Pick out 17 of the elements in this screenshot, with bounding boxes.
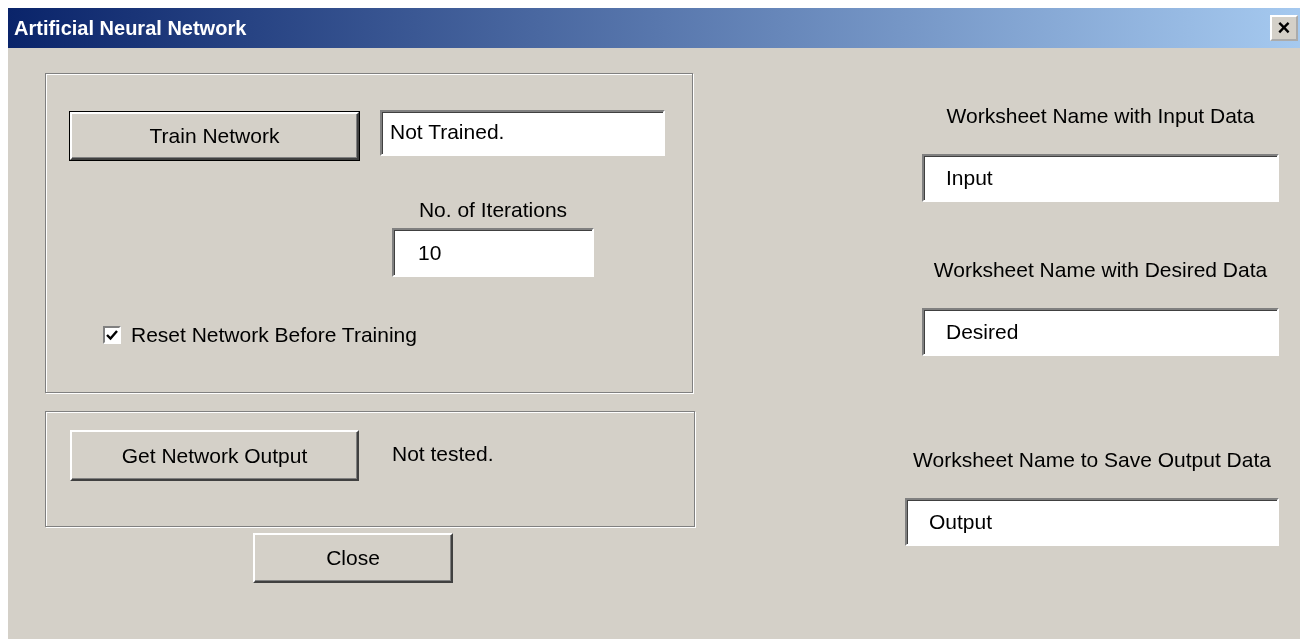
get-output-button[interactable]: Get Network Output xyxy=(70,430,359,481)
iterations-field[interactable]: 10 xyxy=(392,228,594,277)
worksheet-label: Worksheet Name with Input Data xyxy=(946,104,1255,128)
window-title: Artificial Neural Network xyxy=(14,16,247,40)
worksheet-label: Worksheet Name to Save Output Data xyxy=(913,448,1271,472)
reset-checkbox[interactable] xyxy=(103,326,121,344)
close-dialog-button[interactable]: Close xyxy=(253,533,453,583)
training-status-field[interactable]: Not Trained. xyxy=(380,110,665,156)
close-button[interactable]: × xyxy=(1270,15,1298,41)
train-network-button[interactable]: Train Network xyxy=(70,112,359,160)
worksheet-field[interactable]: Input xyxy=(922,154,1279,202)
worksheet-field[interactable]: Desired xyxy=(922,308,1279,356)
iterations-label: No. of Iterations xyxy=(418,198,568,222)
reset-checkbox-label[interactable]: Reset Network Before Training xyxy=(131,323,417,347)
output-status: Not tested. xyxy=(392,442,494,466)
worksheet-label: Worksheet Name with Desired Data xyxy=(933,258,1268,282)
worksheet-field[interactable]: Output xyxy=(905,498,1279,546)
